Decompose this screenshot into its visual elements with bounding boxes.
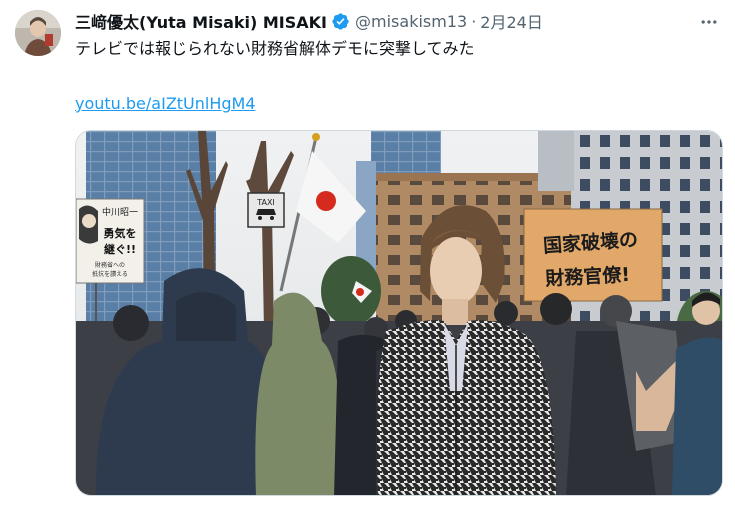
tweet-link[interactable]: youtu.be/aIZtUnlHgM4 (75, 93, 256, 115)
sign-left-line-2: 勇気を (104, 226, 137, 240)
tweet-header: 三﨑優太(Yuta Misaki) MISAKI @misakism13 · 2… (75, 9, 543, 33)
sign-right-line-2: 財務官僚! (545, 263, 631, 290)
main-subject-coat (377, 320, 556, 495)
verified-badge-icon (331, 12, 350, 31)
sign-left-line-3: 継ぐ!! (104, 242, 136, 256)
author-display-name[interactable]: 三﨑優太(Yuta Misaki) MISAKI (75, 9, 327, 33)
tweet-date[interactable]: 2月24日 (480, 9, 543, 33)
sign-left-small-1: 財務省への (95, 261, 125, 269)
header-separator: · (471, 11, 477, 31)
author-handle[interactable]: @misakism13 (355, 12, 467, 31)
taxi-sign-label: TAXI (256, 198, 275, 207)
more-options-icon[interactable] (697, 10, 721, 34)
sign-left-small-2: 抵抗を讃える (92, 270, 128, 278)
tweet-text: テレビでは報じられない財務省解体デモに突撃してみた (75, 39, 475, 58)
tall-tower-right (538, 131, 574, 191)
author-avatar[interactable] (15, 10, 61, 56)
sign-left-line-1: 中川昭一 (102, 206, 138, 218)
main-subject-face (430, 237, 482, 305)
tweet-photo[interactable]: TAXI 中川昭一 勇気を 継ぐ!! 財務省への 抵抗を讃える 国家破壊の 財務… (75, 130, 723, 496)
